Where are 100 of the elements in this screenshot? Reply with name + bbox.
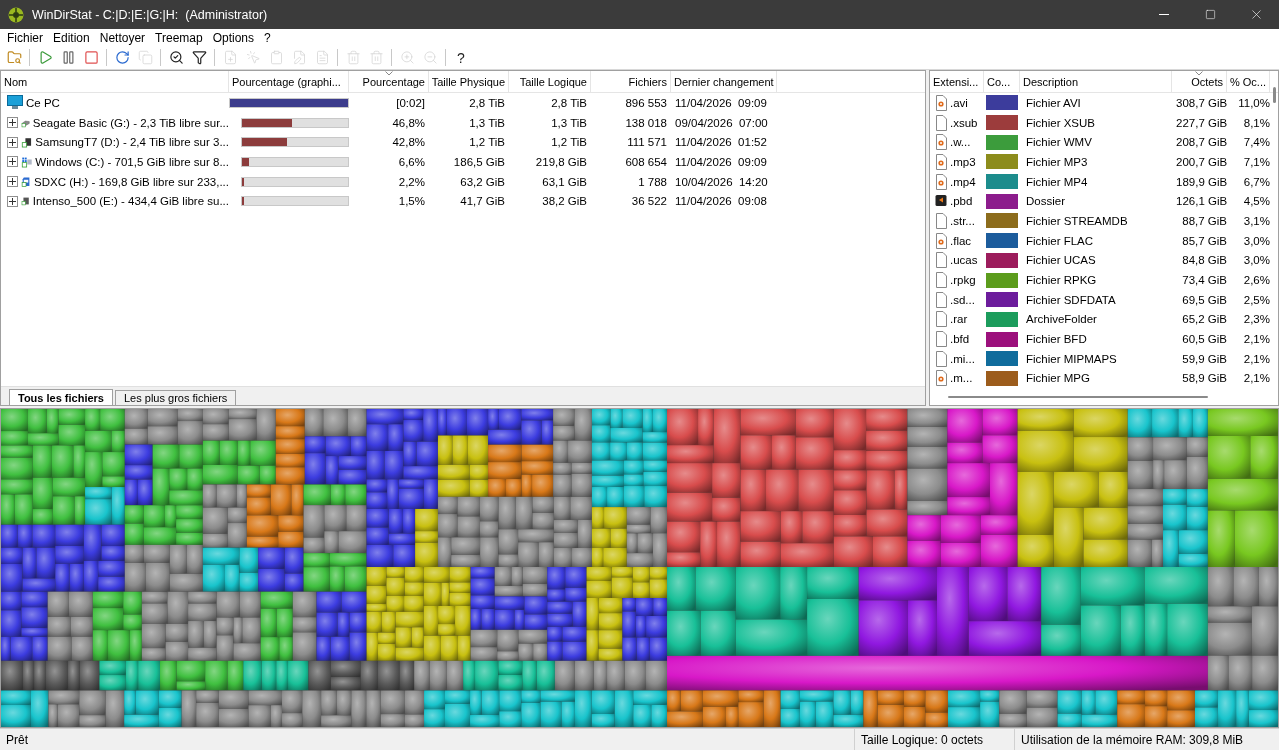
- percent-cell-text: 2,3%: [1242, 313, 1271, 326]
- description-cell-text: Fichier AVI: [1025, 96, 1082, 109]
- bytes-cell-text: 69,5 GiB: [1181, 293, 1228, 306]
- bytes-cell-text: 58,9 GiB: [1181, 372, 1228, 385]
- bytes-cell-text: 208,7 GiB: [1175, 136, 1229, 149]
- menu-item[interactable]: ?: [259, 30, 276, 45]
- tree-item-name[interactable]: SamsungT7 (D:) - 2,4 TiB libre sur 3...: [35, 136, 229, 149]
- scrollbar-thumb[interactable]: [1273, 87, 1276, 103]
- file-plus-icon: [222, 50, 238, 65]
- app-logo-icon: [8, 6, 24, 23]
- column-header[interactable]: Description: [1020, 71, 1172, 92]
- extension-cell: .flac: [950, 234, 972, 247]
- percentage-cell-text: [0:02]: [395, 96, 426, 109]
- file-icon: [935, 291, 947, 308]
- percent-cell-text: 3,0%: [1242, 234, 1271, 247]
- physical-size-cell-text: 1,3 TiB: [468, 116, 506, 129]
- bytes-cell-text: 60,5 GiB: [1181, 333, 1228, 346]
- column-header[interactable]: Pourcentage: [349, 71, 429, 92]
- file-count-cell-text: 1 788: [637, 175, 668, 188]
- description-cell-text: Fichier MIPMAPS: [1025, 352, 1118, 365]
- percent-cell-text: 11,0%: [1237, 96, 1271, 109]
- bytes-cell-text: 227,7 GiB: [1175, 116, 1229, 129]
- column-header[interactable]: Nom: [1, 71, 229, 92]
- physical-size-cell-text: 63,2 GiB: [459, 175, 506, 188]
- column-header[interactable]: Co...: [984, 71, 1020, 92]
- logical-size-cell-text: 38,2 GiB: [541, 195, 588, 208]
- column-header[interactable]: Fichiers: [591, 71, 671, 92]
- extension-cell: .avi: [950, 96, 968, 109]
- extension-cell: .bfd: [950, 333, 970, 346]
- description-cell-text: Dossier: [1025, 195, 1066, 208]
- physical-size-cell-text: 2,8 TiB: [468, 96, 506, 109]
- description-cell-text: Fichier RPKG: [1025, 274, 1098, 287]
- file-icon: [935, 350, 947, 367]
- file-icon: [935, 272, 947, 289]
- physical-size-cell-text: 186,5 GiB: [452, 155, 506, 168]
- column-header[interactable]: Pourcentage (graphi...: [229, 71, 349, 92]
- file-count-cell-text: 608 654: [624, 155, 668, 168]
- clipboard-icon: [268, 50, 284, 65]
- expand-toggle[interactable]: [7, 117, 18, 129]
- extension-cell: .rpkg: [950, 274, 976, 287]
- file-icon: [935, 252, 947, 269]
- tree-item-name[interactable]: Windows (C:) - 701,5 GiB libre sur 8...: [35, 155, 229, 168]
- bytes-cell-text: 88,7 GiB: [1181, 214, 1228, 227]
- scrollbar-thumb[interactable]: [948, 396, 1208, 398]
- file-count-cell-text: 138 018: [624, 116, 668, 129]
- menu-item[interactable]: Options: [207, 30, 259, 45]
- search-icon: [168, 50, 184, 65]
- menu-item[interactable]: Nettoyer: [94, 30, 151, 45]
- expand-toggle[interactable]: [7, 136, 18, 148]
- expand-toggle[interactable]: [7, 156, 18, 168]
- tab[interactable]: Tous les fichiers: [9, 389, 113, 405]
- tree-item-name[interactable]: Ce PC: [26, 96, 60, 109]
- column-header[interactable]: % Oc...: [1227, 71, 1270, 92]
- minimize-icon: [1159, 14, 1169, 15]
- menu-item[interactable]: Treemap: [150, 30, 208, 45]
- description-cell-text: Fichier SDFDATA: [1025, 293, 1117, 306]
- column-header[interactable]: Dernier changement: [671, 71, 777, 92]
- menu-item[interactable]: Edition: [48, 30, 95, 45]
- date-cell-text: 11/04/2026 01:52: [674, 136, 768, 149]
- trash-icon: [345, 50, 361, 65]
- media-file-icon: [935, 173, 947, 190]
- computer-icon: [7, 95, 23, 111]
- expand-toggle[interactable]: [7, 195, 18, 207]
- media-file-icon: [935, 370, 947, 387]
- folder-search-icon: [6, 50, 22, 65]
- tree-item-name[interactable]: Intenso_500 (E:) - 434,4 GiB libre su...: [32, 195, 229, 208]
- status-message: Prêt: [6, 732, 28, 747]
- file-edit-icon: [291, 50, 307, 65]
- column-header[interactable]: Taille Physique: [429, 71, 509, 92]
- tree-item-name[interactable]: SDXC (H:) - 169,8 GiB libre sur 233,...: [34, 175, 229, 188]
- percent-cell-text: 2,6%: [1242, 274, 1271, 287]
- help-button[interactable]: ?: [450, 47, 472, 68]
- menu-item[interactable]: Fichier: [2, 30, 48, 45]
- percentage-cell-text: 46,8%: [391, 116, 426, 129]
- tree-item-name[interactable]: Seagate Basic (G:) - 2,3 TiB libre sur...: [32, 116, 229, 129]
- extension-cell: .rar: [950, 313, 968, 326]
- percent-cell-text: 3,1%: [1242, 214, 1271, 227]
- expand-toggle[interactable]: [7, 176, 18, 188]
- logical-size-cell-text: 1,3 TiB: [550, 116, 588, 129]
- treemap-drawing[interactable]: [1, 409, 1278, 727]
- media-file-icon: [935, 232, 947, 249]
- file-icon: [935, 331, 947, 348]
- sort-indicator-icon: [384, 71, 393, 76]
- percent-cell-text: 6,7%: [1242, 175, 1271, 188]
- extension-cell: .ucas: [950, 254, 978, 267]
- play-icon: [37, 50, 53, 65]
- file-icon: [935, 114, 947, 131]
- percent-cell-text: 4,5%: [1242, 195, 1271, 208]
- status-memory: Utilisation de la mémoire RAM: 309,8 MiB: [1021, 732, 1244, 747]
- media-file-icon: [935, 153, 947, 170]
- media-file-icon: [935, 94, 947, 111]
- extension-cell: .mp4: [950, 175, 976, 188]
- bytes-cell-text: 65,2 GiB: [1181, 313, 1228, 326]
- percent-cell-text: 7,4%: [1242, 136, 1271, 149]
- column-header[interactable]: Octets: [1172, 71, 1227, 92]
- column-header[interactable]: Extensi...: [930, 71, 984, 92]
- pause-icon: [60, 50, 76, 65]
- tab[interactable]: Les plus gros fichiers: [115, 390, 237, 405]
- column-header[interactable]: Taille Logique: [509, 71, 591, 92]
- description-cell-text: Fichier MPG: [1025, 372, 1091, 385]
